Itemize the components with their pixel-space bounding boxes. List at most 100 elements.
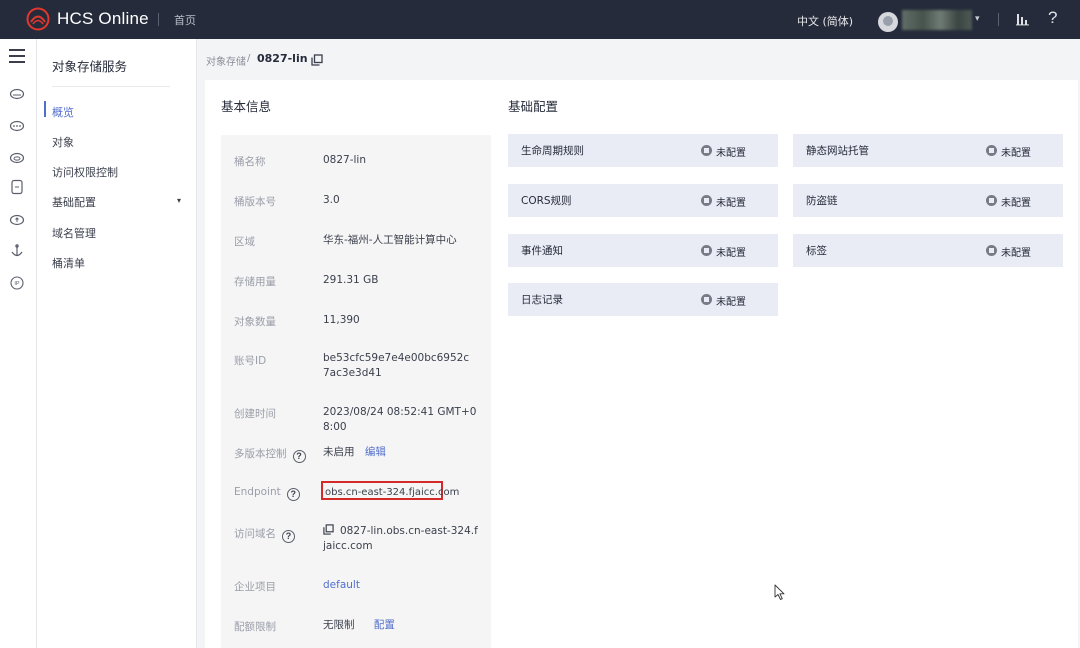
bucket-version-label: 桶版本号 <box>234 196 276 208</box>
status-badge: 未配置 <box>986 144 1031 159</box>
hcs-logo-icon[interactable] <box>26 7 50 31</box>
edit-versioning-link[interactable]: 编辑 <box>365 446 386 458</box>
tile-name: 静态网站托管 <box>806 145 869 157</box>
configure-quota-link[interactable]: 配置 <box>374 619 395 631</box>
help-icon[interactable]: ? <box>282 530 295 543</box>
basic-info-panel: 桶名称 0827-lin 桶版本号 3.0 区域 华东-福州-人工智能计算中心 … <box>221 135 491 648</box>
quota-label: 配额限制 <box>234 621 276 633</box>
created-time-value: 2023/08/24 08:52:41 GMT+08:00 <box>323 406 477 433</box>
breadcrumb-current: 0827-lin <box>257 52 308 65</box>
storage-usage-value: 291.31 GB <box>323 274 379 286</box>
status-badge: 未配置 <box>701 244 746 259</box>
versioning-label-row: 多版本控制? <box>234 446 306 463</box>
copy-icon[interactable] <box>311 54 323 66</box>
bucket-name-label: 桶名称 <box>234 156 266 168</box>
enterprise-project-link[interactable]: default <box>323 578 483 593</box>
language-switcher[interactable]: 中文 (简体) <box>797 13 853 29</box>
status-badge: 未配置 <box>701 194 746 209</box>
status-badge: 未配置 <box>701 293 746 308</box>
tile-name: 防盗链 <box>806 195 838 207</box>
tile-name: CORS规则 <box>521 195 572 207</box>
bucket-overview-card: 基本信息 基础配置 桶名称 0827-lin 桶版本号 3.0 区域 华东-福州… <box>205 80 1078 648</box>
access-domain-value-row: 0827-lin.obs.cn-east-324.fjaicc.com <box>323 524 478 554</box>
storage-usage-label: 存储用量 <box>234 276 276 288</box>
endpoint-label-row: Endpoint? <box>234 486 300 501</box>
sidebar-divider <box>52 86 170 87</box>
ip-icon[interactable]: IP <box>9 275 25 291</box>
config-tile-logging[interactable]: 日志记录 未配置 <box>508 283 778 316</box>
home-link[interactable]: 首页 <box>174 12 196 28</box>
chevron-down-icon[interactable]: ▾ <box>177 196 181 205</box>
basic-info-title: 基本信息 <box>221 99 272 114</box>
bar-chart-icon[interactable] <box>1016 12 1030 26</box>
status-dot-icon <box>986 195 997 206</box>
status-badge: 未配置 <box>986 194 1031 209</box>
access-domain-label: 访问域名 <box>234 528 276 540</box>
status-badge: 未配置 <box>986 244 1031 259</box>
sidebar-item-overview[interactable]: 概览 <box>52 104 187 120</box>
top-navigation-bar: HCS Online 首页 中文 (简体) ▾ ? <box>0 0 1080 39</box>
sidebar-item-objects[interactable]: 对象 <box>52 134 187 150</box>
tile-name: 日志记录 <box>521 294 563 306</box>
service-title: 对象存储服务 <box>52 59 128 74</box>
config-tile-static-website[interactable]: 静态网站托管 未配置 <box>793 134 1063 167</box>
endpoint-value[interactable]: obs.cn-east-324.fjaicc.com <box>325 485 485 500</box>
bucket-version-value: 3.0 <box>323 194 340 206</box>
cloud-service-icon[interactable] <box>9 85 25 101</box>
sidebar-item-label: 基础配置 <box>52 196 96 209</box>
status-dot-icon <box>701 195 712 206</box>
access-domain-value: 0827-lin.obs.cn-east-324.fjaicc.com <box>323 525 478 552</box>
sidebar-item-basic-config[interactable]: 基础配置 ▾ <box>52 194 187 210</box>
config-tile-hotlink-protection[interactable]: 防盗链 未配置 <box>793 184 1063 217</box>
help-icon[interactable]: ? <box>286 488 300 501</box>
cloud-upload-icon[interactable] <box>9 211 25 227</box>
config-tile-cors[interactable]: CORS规则 未配置 <box>508 184 778 217</box>
tile-name: 事件通知 <box>521 245 563 257</box>
username-redacted[interactable] <box>902 10 972 30</box>
tile-name: 生命周期规则 <box>521 145 584 157</box>
service-icon-rail: IP <box>0 39 37 648</box>
account-id-label: 账号ID <box>234 355 267 367</box>
active-indicator <box>44 101 46 117</box>
menu-icon[interactable] <box>9 49 25 63</box>
status-dot-icon <box>701 294 712 305</box>
tile-name: 标签 <box>806 245 827 257</box>
sidebar-item-access-control[interactable]: 访问权限控制 <box>52 164 187 180</box>
quota-status: 无限制 <box>323 619 355 631</box>
config-tile-tags[interactable]: 标签 未配置 <box>793 234 1063 267</box>
basic-config-title: 基础配置 <box>508 99 559 114</box>
breadcrumb-parent-link[interactable]: 对象存储 <box>206 53 246 68</box>
object-count-label: 对象数量 <box>234 316 276 328</box>
help-icon[interactable]: ? <box>1048 8 1057 28</box>
sidebar-item-bucket-inventory[interactable]: 桶清单 <box>52 255 187 271</box>
help-icon[interactable]: ? <box>292 450 306 463</box>
created-time-label: 创建时间 <box>234 408 276 420</box>
config-tile-event-notification[interactable]: 事件通知 未配置 <box>508 234 778 267</box>
quota-value-row: 无限制 配置 <box>323 618 483 633</box>
sidebar-item-domain-management[interactable]: 域名管理 <box>52 225 187 241</box>
brand-name[interactable]: HCS Online <box>57 9 149 29</box>
config-tile-lifecycle[interactable]: 生命周期规则 未配置 <box>508 134 778 167</box>
cloud-dots-icon[interactable] <box>9 117 25 133</box>
bucket-name-value: 0827-lin <box>323 154 366 166</box>
endpoint-label: Endpoint <box>234 486 281 498</box>
anchor-icon[interactable] <box>9 243 25 259</box>
enterprise-project-label: 企业项目 <box>234 581 276 593</box>
status-dot-icon <box>986 145 997 156</box>
breadcrumb: 对象存储 / 0827-lin <box>198 39 1080 79</box>
copy-icon[interactable] <box>323 524 334 535</box>
versioning-label: 多版本控制 <box>234 448 287 460</box>
region-label: 区域 <box>234 236 255 248</box>
status-badge: 未配置 <box>701 144 746 159</box>
topbar-divider <box>158 13 159 26</box>
cloud-storage-icon[interactable] <box>9 149 25 165</box>
access-domain-label-row: 访问域名? <box>234 526 295 543</box>
chevron-down-icon[interactable]: ▾ <box>975 14 980 24</box>
region-value: 华东-福州-人工智能计算中心 <box>323 234 457 246</box>
status-dot-icon <box>701 145 712 156</box>
versioning-status: 未启用 <box>323 446 355 458</box>
svg-text:IP: IP <box>14 281 20 287</box>
user-avatar[interactable] <box>878 12 898 32</box>
document-icon[interactable] <box>9 179 25 195</box>
versioning-value-row: 未启用 编辑 <box>323 445 483 460</box>
